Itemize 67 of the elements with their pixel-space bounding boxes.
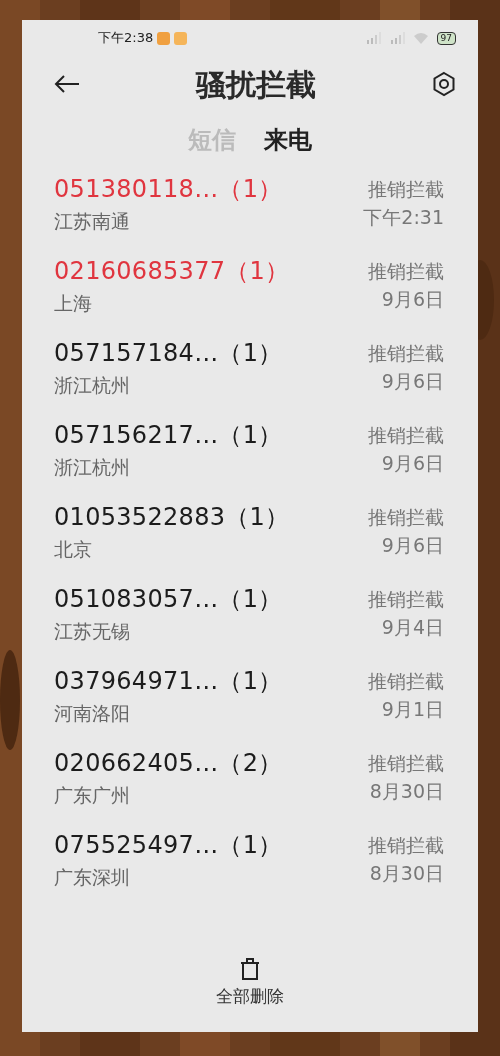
phone-number: 037964971…: [54, 665, 219, 697]
phone-number: 075525497…: [54, 829, 219, 861]
block-tag: 推销拦截: [363, 174, 444, 203]
call-count: （1）: [218, 419, 283, 451]
phone-number: 057156217…: [54, 419, 219, 451]
call-time: 9月6日: [380, 451, 444, 476]
call-time: 9月4日: [380, 615, 444, 640]
phone-number: 051380118…: [54, 173, 219, 205]
location-text: 河南洛阳: [54, 700, 131, 726]
location-text: 北京: [54, 536, 93, 562]
call-row[interactable]: 057157184…（1） 浙江杭州 推销拦截 9月6日: [22, 326, 478, 408]
call-row[interactable]: 020662405…（2） 广东广州 推销拦截 8月30日: [22, 736, 478, 818]
page-title: 骚扰拦截: [194, 65, 317, 104]
delete-all-button[interactable]: 全部删除: [210, 956, 290, 1010]
phone-number: 020662405…: [54, 747, 219, 779]
phone-number: 02160685377: [54, 255, 226, 287]
block-tag: 推销拦截: [368, 420, 444, 449]
phone-number: 01053522883: [54, 501, 226, 533]
call-row[interactable]: 02160685377（1） 上海 推销拦截 9月6日: [22, 244, 478, 326]
call-row[interactable]: 051083057…（1） 江苏无锡 推销拦截 9月4日: [22, 572, 478, 654]
location-text: 上海: [54, 290, 93, 316]
call-row[interactable]: 075525497…（1） 广东深圳 推销拦截 8月30日: [22, 818, 478, 900]
call-count: （2）: [218, 747, 283, 779]
app-icon: [157, 31, 171, 45]
call-count: （1）: [218, 665, 283, 697]
location-text: 江苏南通: [54, 208, 131, 234]
location-text: 浙江杭州: [54, 372, 131, 398]
call-count: （1）: [218, 829, 283, 861]
call-row[interactable]: 051380118…（1） 江苏南通 推销拦截 下午2:31: [22, 162, 478, 244]
back-icon[interactable]: [54, 75, 80, 93]
block-tag: 推销拦截: [368, 338, 444, 367]
message-icon: [174, 31, 188, 45]
call-row[interactable]: 01053522883（1） 北京 推销拦截 9月6日: [22, 490, 478, 572]
trash-icon: [240, 957, 260, 980]
location-text: 江苏无锡: [54, 618, 131, 644]
block-tag: 推销拦截: [368, 584, 444, 613]
call-time: 9月6日: [380, 533, 444, 558]
settings-icon[interactable]: [432, 71, 456, 97]
tab[interactable]: 来电: [258, 118, 318, 162]
call-row[interactable]: 037964971…（1） 河南洛阳 推销拦截 9月1日: [22, 654, 478, 736]
block-tag: 推销拦截: [368, 502, 444, 531]
call-time: 8月30日: [368, 861, 444, 886]
call-time: 9月1日: [380, 697, 444, 722]
signal-icon: [388, 32, 405, 44]
block-tag: 推销拦截: [368, 830, 444, 859]
call-row[interactable]: 057156217…（1） 浙江杭州 推销拦截 9月6日: [22, 408, 478, 490]
location-text: 浙江杭州: [54, 454, 131, 480]
block-tag: 推销拦截: [368, 748, 444, 777]
call-time: 8月30日: [368, 779, 444, 804]
phone-number: 057157184…: [54, 337, 219, 369]
call-time: 下午2:31: [363, 205, 444, 230]
call-count: （1）: [218, 583, 283, 615]
call-time: 9月6日: [380, 369, 444, 394]
call-time: 9月6日: [380, 287, 444, 312]
call-count: （1）: [218, 337, 283, 369]
wifi-icon: [412, 32, 429, 44]
call-count: （1）: [225, 501, 290, 533]
clock-time: 下午2:38: [98, 29, 154, 48]
phone-number: 051083057…: [54, 583, 219, 615]
location-text: 广东深圳: [54, 864, 131, 890]
call-count: （1）: [225, 255, 290, 287]
location-text: 广东广州: [54, 782, 131, 808]
call-count: （1）: [218, 173, 283, 205]
battery-icon: 97: [436, 31, 456, 45]
signal-icon: [364, 32, 381, 44]
block-tag: 推销拦截: [368, 666, 444, 695]
block-tag: 推销拦截: [368, 256, 444, 285]
